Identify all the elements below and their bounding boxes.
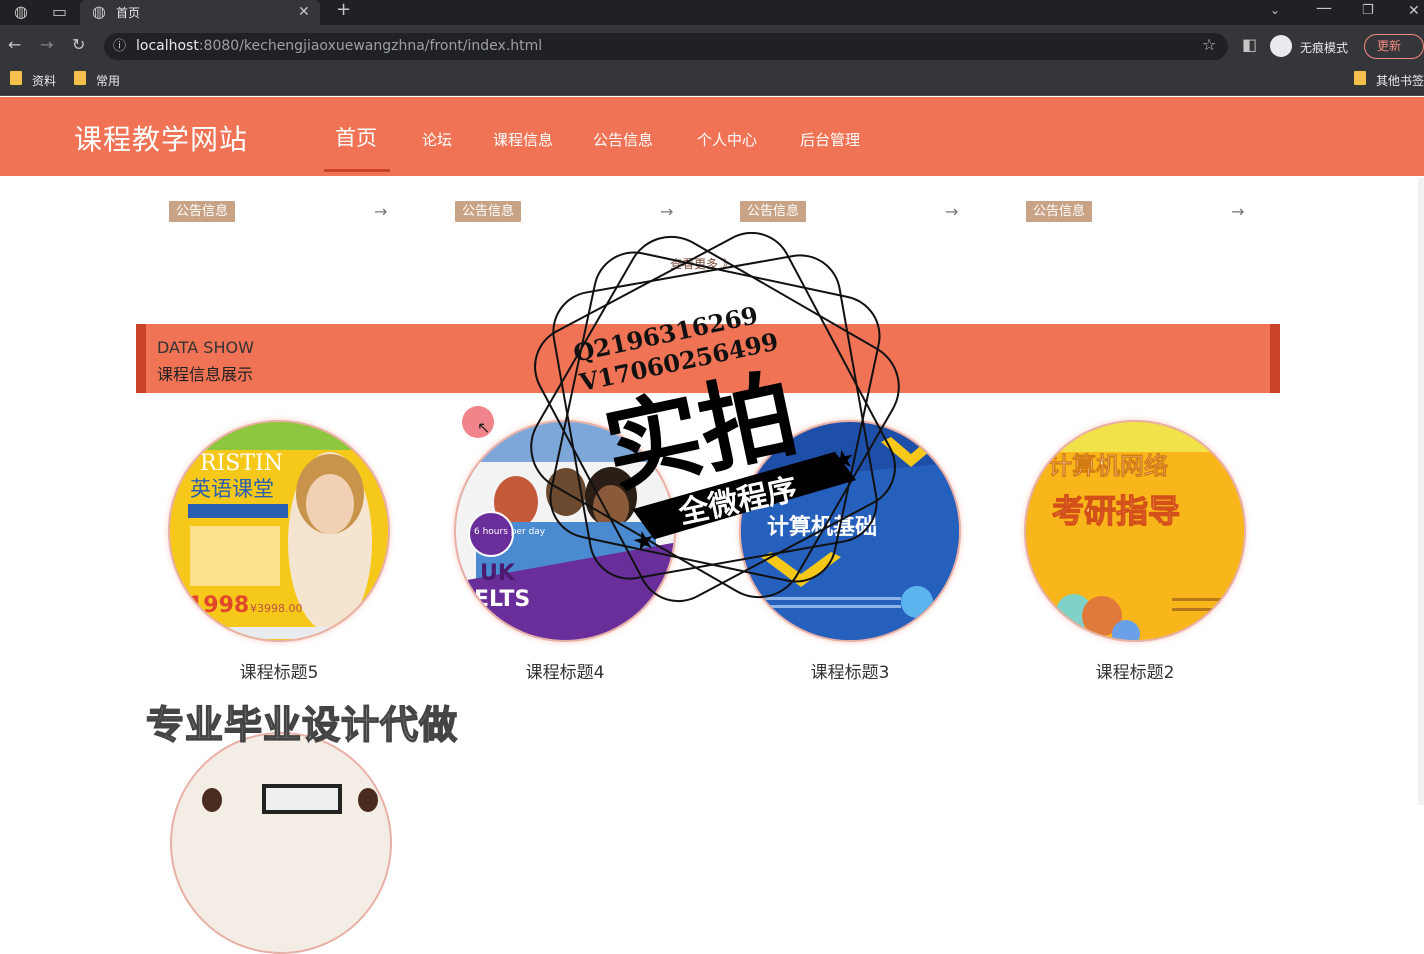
cover-text: RISTIN: [200, 451, 283, 476]
notice-tag[interactable]: 公告信息: [740, 201, 807, 222]
nav-admin[interactable]: 后台管理: [800, 129, 860, 150]
tab-list-icon[interactable]: ⌄: [1270, 2, 1280, 18]
url-path: :8080/kechengjiaoxuewangzhna/front/index…: [198, 38, 543, 54]
bookmark-changyong[interactable]: 常用: [96, 72, 120, 89]
bookmark-ziliao[interactable]: 资料: [32, 72, 56, 89]
update-button[interactable]: 更新: [1364, 34, 1424, 59]
cover-text: ¥3998.00: [250, 602, 303, 615]
arrow-right-icon[interactable]: →: [1231, 202, 1244, 221]
cover-text: UK: [480, 561, 516, 586]
side-panel-icon[interactable]: ◧: [1242, 37, 1257, 53]
course-image[interactable]: RISTIN 英语课堂 1998 ¥3998.00: [168, 420, 390, 642]
notice-tag[interactable]: 公告信息: [455, 201, 522, 222]
course-cover-english: RISTIN 英语课堂 1998 ¥3998.00: [170, 422, 388, 639]
nav-notices[interactable]: 公告信息: [593, 129, 653, 150]
close-window-icon[interactable]: ✕: [1408, 3, 1420, 19]
cover-text: 1998: [188, 593, 249, 618]
course-image[interactable]: 计算机网络 考研指导: [1024, 420, 1246, 642]
nav-courses[interactable]: 课程信息: [493, 129, 553, 150]
tab-search-icon[interactable]: ▭: [52, 4, 67, 20]
nav-home[interactable]: 首页: [335, 122, 377, 152]
course-image[interactable]: [170, 732, 392, 954]
cursor-arrow-icon: ↖: [477, 418, 491, 437]
url-text: localhost:8080/kechengjiaoxuewangzhna/fr…: [136, 38, 542, 54]
folder-icon: [74, 71, 86, 85]
bookmark-star-icon[interactable]: ☆: [1202, 37, 1216, 53]
data-show-title-cn: 课程信息展示: [157, 365, 254, 384]
back-icon[interactable]: ←: [8, 37, 21, 53]
course-title[interactable]: 课程标题4: [454, 658, 676, 683]
star-icon: ★: [829, 443, 858, 477]
arrow-right-icon[interactable]: →: [374, 202, 387, 221]
site-title[interactable]: 课程教学网站: [74, 118, 248, 158]
arrow-right-icon[interactable]: →: [945, 202, 958, 221]
watermark-stamp: Q2196316269 V17060256499 实拍 全微程序 ★ ★: [530, 232, 900, 603]
course-cover-network-exam: 计算机网络 考研指导: [1026, 422, 1244, 640]
info-icon[interactable]: ⓘ: [113, 39, 126, 55]
cover-text: 计算机网络: [1048, 452, 1168, 480]
cover-text: 英语课堂: [190, 477, 274, 501]
watermark-banner: 专业毕业设计代做: [145, 702, 459, 748]
tab-title: 首页: [116, 6, 141, 20]
restore-icon[interactable]: ❐: [1362, 3, 1374, 19]
nav-profile[interactable]: 个人中心: [697, 129, 757, 150]
nav-active-indicator: [324, 169, 390, 172]
nav-forum[interactable]: 论坛: [422, 129, 452, 150]
incognito-label: 无痕模式: [1300, 41, 1349, 55]
url-host: localhost: [136, 38, 199, 54]
folder-icon: [10, 71, 22, 85]
incognito-icon[interactable]: [1270, 35, 1292, 57]
close-tab-icon[interactable]: ✕: [298, 4, 310, 20]
page-scrollbar[interactable]: [1418, 178, 1424, 805]
course-title[interactable]: 课程标题2: [1024, 658, 1246, 683]
bookmarks-bar: [0, 67, 1424, 96]
site-favicon-icon: ◍: [92, 2, 106, 21]
new-tab-icon[interactable]: +: [336, 1, 351, 19]
cover-text: 考研指导: [1052, 492, 1180, 530]
data-show-title-en: DATA SHOW: [157, 338, 254, 357]
reload-icon[interactable]: ↻: [72, 37, 85, 53]
course-title[interactable]: 课程标题5: [168, 658, 390, 683]
notice-tag[interactable]: 公告信息: [169, 201, 236, 222]
minimize-icon[interactable]: —: [1316, 0, 1332, 16]
notice-tag[interactable]: 公告信息: [1026, 201, 1093, 222]
arrow-right-icon[interactable]: →: [660, 202, 673, 221]
folder-icon: [1354, 71, 1366, 85]
globe-icon[interactable]: ◍: [14, 4, 28, 20]
forward-icon[interactable]: →: [40, 37, 53, 53]
other-bookmarks[interactable]: 其他书签: [1376, 72, 1424, 89]
course-title[interactable]: 课程标题3: [739, 658, 961, 683]
